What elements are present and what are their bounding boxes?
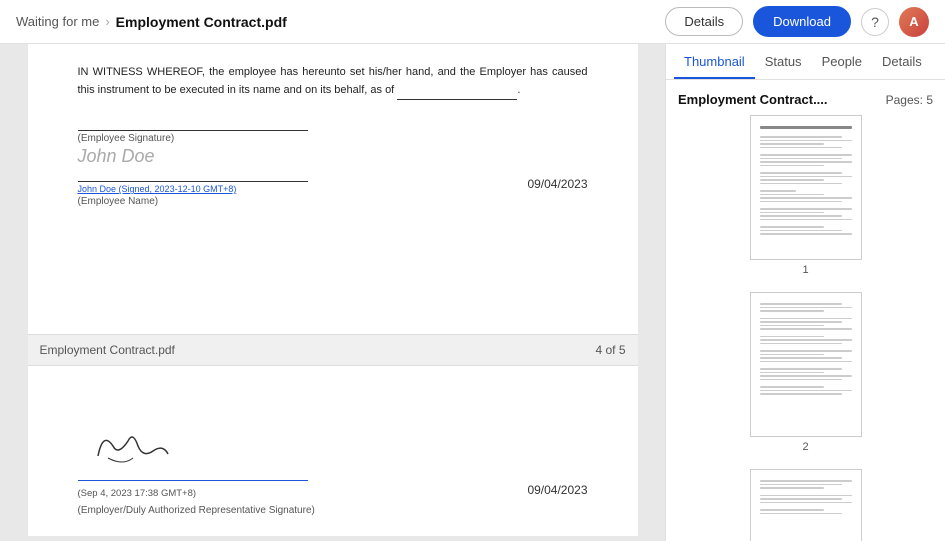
download-button[interactable]: Download (753, 6, 851, 37)
page-5-container: (Sep 4, 2023 17:38 GMT+8) 09/04/2023 (Em… (28, 366, 638, 536)
header-actions: Details Download ? A (665, 6, 929, 37)
thumb-header: Employment Contract.... Pages: 5 (678, 92, 933, 107)
signature-name: John Doe (78, 146, 588, 167)
thumbnail-item-3[interactable] (678, 469, 933, 541)
thumb-num-2: 2 (802, 441, 808, 453)
thumb-doc-content-1 (756, 122, 856, 253)
thumbnail-content[interactable]: Employment Contract.... Pages: 5 (666, 80, 945, 541)
employer-sig-date-label: (Sep 4, 2023 17:38 GMT+8) (78, 483, 197, 501)
thumb-num-1: 1 (802, 264, 808, 276)
tab-thumbnail[interactable]: Thumbnail (674, 44, 755, 79)
main-content: IN WITNESS WHEREOF, the employee has her… (0, 44, 945, 541)
sig-section-label: (Employee Signature) (78, 133, 588, 144)
employer-signature-svg (78, 416, 198, 471)
tab-status[interactable]: Status (755, 44, 812, 79)
breadcrumb-chevron: › (105, 14, 109, 29)
document-title: Employment Contract.pdf (116, 14, 287, 30)
blank-line (397, 82, 517, 101)
details-button[interactable]: Details (665, 7, 743, 36)
thumb-doc-content-3 (756, 476, 856, 541)
thumb-img-3[interactable] (750, 469, 862, 541)
avatar[interactable]: A (899, 7, 929, 37)
page-status-bar: Employment Contract.pdf 4 of 5 (28, 334, 638, 366)
page-label: Employment Contract.pdf (40, 343, 175, 357)
thumbnail-item-1[interactable]: 1 (678, 115, 933, 276)
thumb-img-2[interactable] (750, 292, 862, 437)
page-4-content: IN WITNESS WHEREOF, the employee has her… (28, 44, 638, 334)
app-header: Waiting for me › Employment Contract.pdf… (0, 0, 945, 44)
tab-details[interactable]: Details (872, 44, 932, 79)
employer-signed-date: (Sep 4, 2023 17:38 GMT+8) (78, 488, 197, 499)
sig-signed-info: John Doe (Signed, 2023-12-10 GMT+8) (78, 184, 308, 194)
help-icon[interactable]: ? (861, 8, 889, 36)
page-paragraph: IN WITNESS WHEREOF, the employee has her… (78, 64, 588, 100)
page-5-content: (Sep 4, 2023 17:38 GMT+8) 09/04/2023 (Em… (28, 366, 638, 536)
employee-signature-block: (Employee Signature) John Doe John Doe (… (78, 130, 588, 207)
employer-sig-line (78, 480, 308, 481)
page-4-container: IN WITNESS WHEREOF, the employee has her… (28, 44, 638, 334)
thumb-pages: Pages: 5 (886, 93, 933, 107)
name-line (78, 181, 308, 182)
thumb-img-1[interactable] (750, 115, 862, 260)
breadcrumb: Waiting for me › Employment Contract.pdf (16, 14, 665, 30)
signature-line (78, 130, 308, 131)
sig-date-row: John Doe (Signed, 2023-12-10 GMT+8) (Emp… (78, 177, 588, 207)
sig-name-label: (Employee Name) (78, 196, 308, 207)
breadcrumb-waiting: Waiting for me (16, 14, 99, 29)
sig-left: John Doe (Signed, 2023-12-10 GMT+8) (Emp… (78, 177, 308, 207)
sig-date: 09/04/2023 (527, 177, 587, 191)
employer-date: 09/04/2023 (527, 483, 587, 497)
document-viewer[interactable]: IN WITNESS WHEREOF, the employee has her… (0, 44, 665, 541)
thumb-doc-content-2 (756, 299, 856, 430)
employer-sig-label: (Employer/Duly Authorized Representative… (78, 505, 588, 516)
employer-date-row: (Sep 4, 2023 17:38 GMT+8) 09/04/2023 (78, 483, 588, 501)
page-num: 4 of 5 (595, 343, 625, 357)
right-panel: Thumbnail Status People Details Employme… (665, 44, 945, 541)
employer-signature-block: (Sep 4, 2023 17:38 GMT+8) 09/04/2023 (Em… (78, 416, 588, 516)
right-tabs: Thumbnail Status People Details (666, 44, 945, 80)
tab-people[interactable]: People (812, 44, 872, 79)
thumbnail-item-2[interactable]: 2 (678, 292, 933, 453)
thumb-doc-title: Employment Contract.... (678, 92, 828, 107)
